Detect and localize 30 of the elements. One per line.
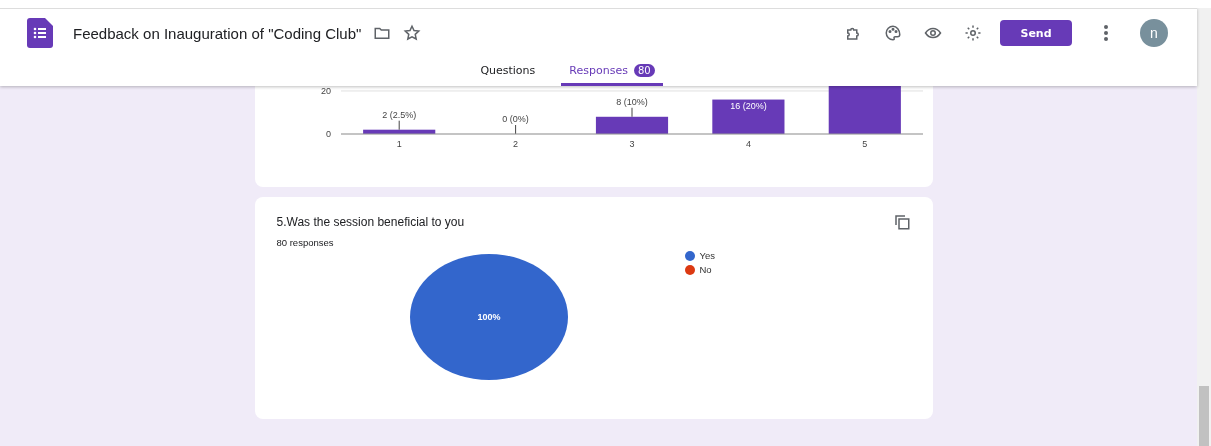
question-title: 5.Was the session beneficial to you	[276, 215, 465, 229]
count-badge: 80	[633, 64, 655, 77]
axis-category-label: 2	[512, 139, 518, 149]
tab[interactable]: Questions	[472, 64, 544, 86]
forms-logo-icon[interactable]	[27, 18, 53, 48]
bar-value-label: 16 (20%)	[729, 100, 767, 111]
bar-value-label: 8 (10%)	[615, 96, 648, 107]
axis-tick-label: 0	[325, 129, 331, 139]
tab-label: Responses	[569, 64, 628, 77]
form-title: Feedback on Inauguration of "Coding Club"	[73, 24, 362, 42]
more-icon[interactable]	[1104, 25, 1108, 41]
send-button[interactable]: Send	[1000, 20, 1072, 46]
star-icon[interactable]	[403, 24, 422, 42]
scrollbar[interactable]	[1197, 8, 1211, 446]
palette-icon[interactable]	[884, 24, 902, 42]
axis-category-label: 4	[745, 139, 751, 149]
legend-label: No	[699, 264, 712, 275]
tab-label: Questions	[480, 64, 536, 77]
scrollbar-thumb[interactable]	[1199, 386, 1209, 446]
bar-value-label: 0 (0%)	[501, 114, 529, 124]
bar-value-label: 2 (2.5%)	[381, 109, 416, 120]
response-count: 80 responses	[275, 236, 335, 248]
axis-category-label: 1	[396, 139, 402, 149]
axis-category-label: 5	[861, 139, 867, 149]
axis-tick-label: 20	[320, 86, 331, 96]
legend-label: Yes	[699, 250, 715, 261]
settings-icon[interactable]	[964, 24, 982, 42]
slice-label: 100%	[477, 312, 500, 322]
axis-category-label: 3	[629, 139, 634, 149]
copy-icon[interactable]	[892, 213, 911, 231]
